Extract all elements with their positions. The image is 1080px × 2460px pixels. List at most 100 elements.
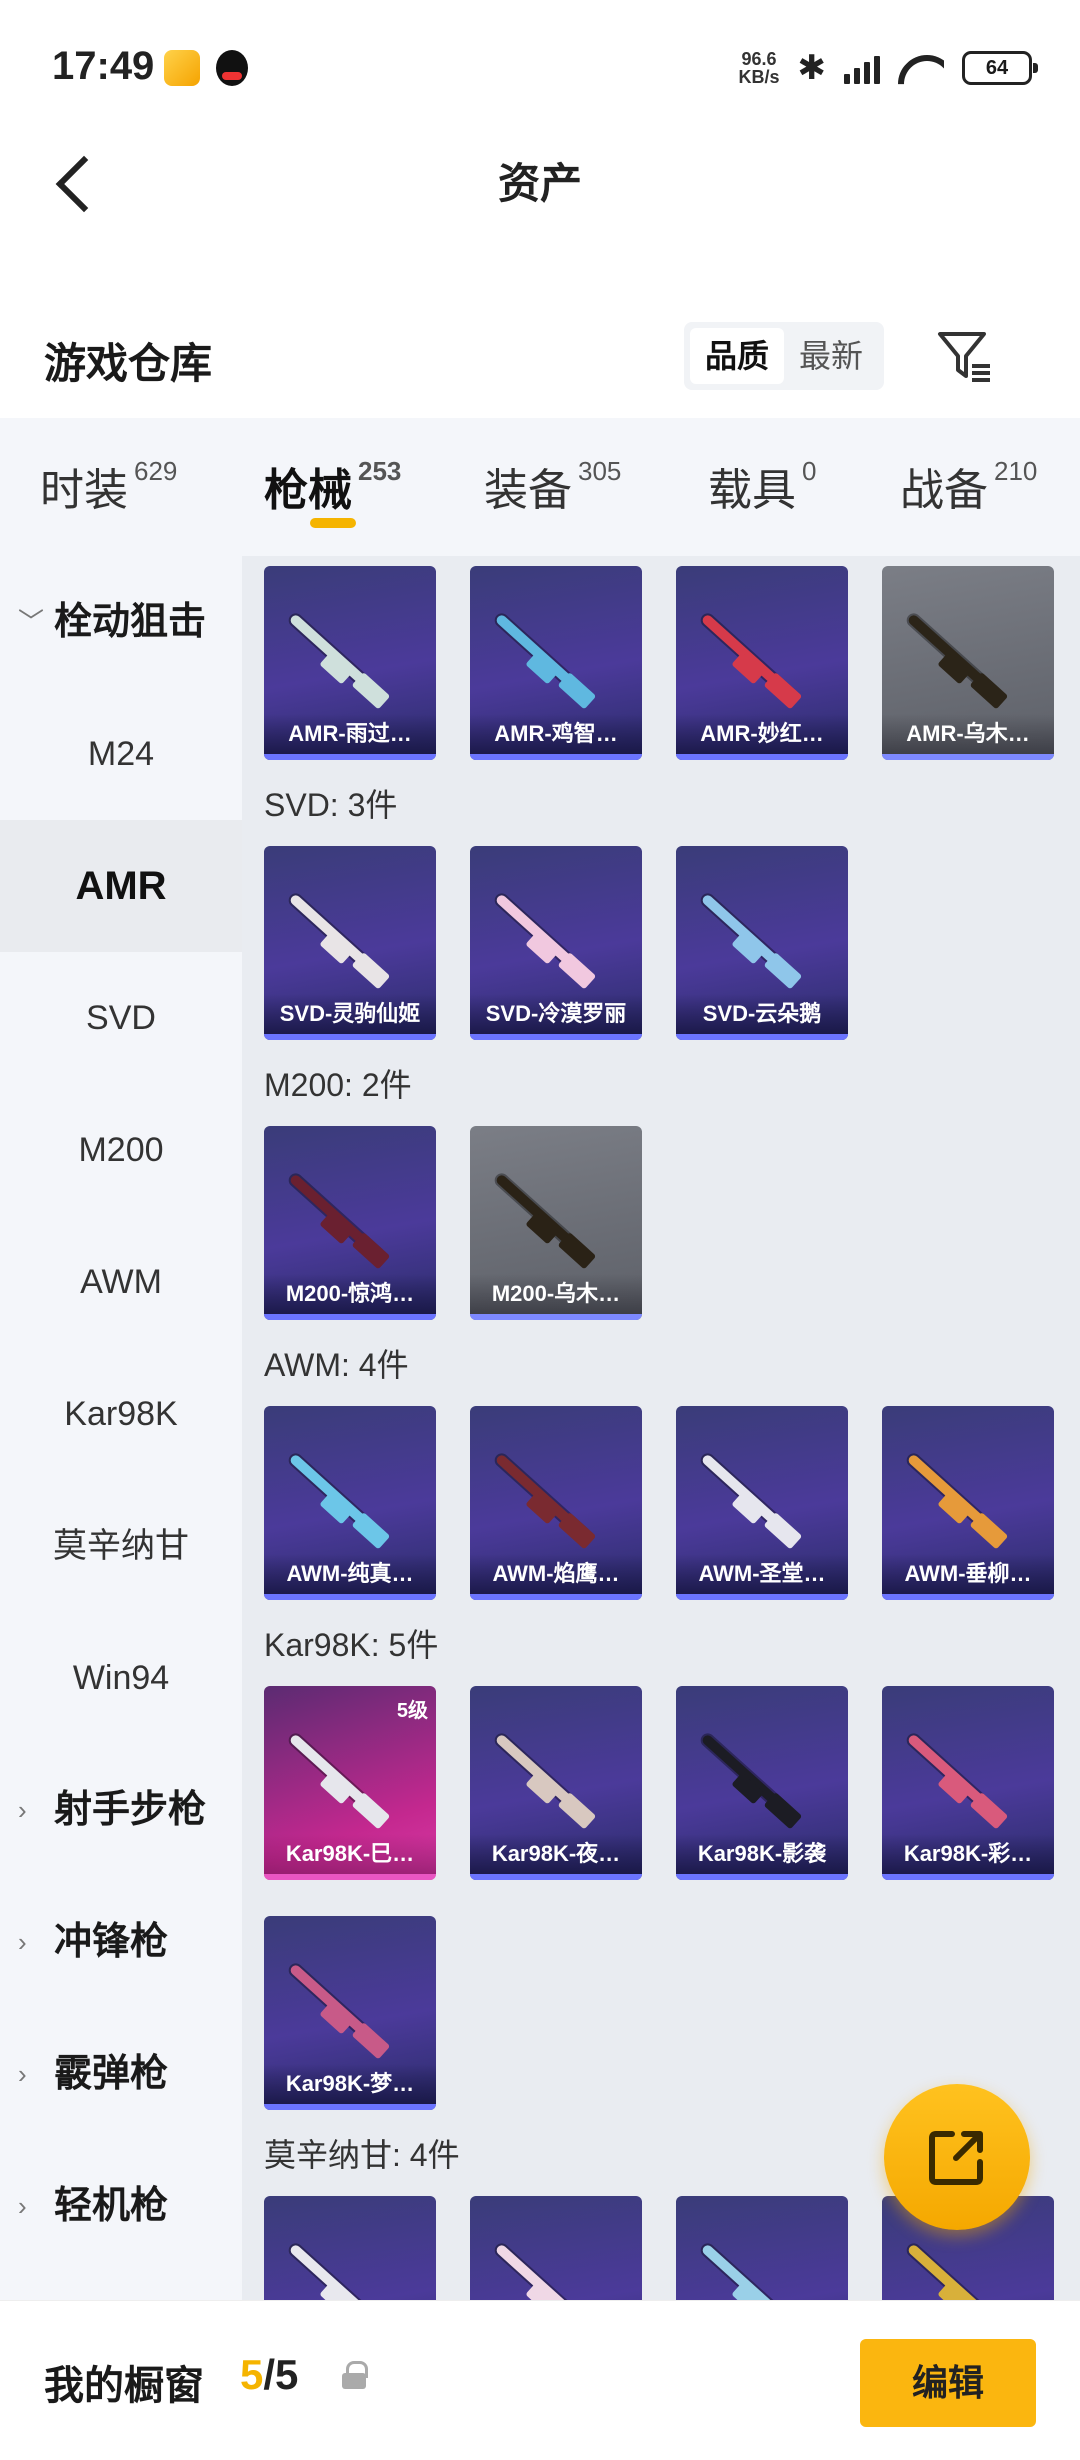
gun-skin-image [288,1453,385,1542]
header: 资产 [0,130,1080,250]
network-speed-value: 96.6 [741,49,777,69]
warehouse-header: 游戏仓库 品质 最新 [0,310,1080,402]
sort-quality-button[interactable]: 品质 [690,328,784,384]
sidebar-item-m24[interactable]: M24 [0,688,242,820]
item-card[interactable]: AMR-妙红… [676,566,848,760]
sidebar-group-shotgun[interactable]: › 霰弹枪 [0,2008,242,2140]
item-card[interactable]: Kar98K-夜… [470,1686,642,1880]
item-card-label: SVD-冷漠罗丽 [485,1001,627,1026]
item-card[interactable]: Kar98K-梦… [264,1916,436,2110]
item-card[interactable]: AMR-鸡智… [470,566,642,760]
sidebar-item-m200[interactable]: M200 [0,1084,242,1216]
bluetooth-icon: ✱ [797,49,827,87]
tab-equipment[interactable]: 装备 305 [484,454,621,518]
tab-count: 0 [802,456,817,486]
gun-skin-image [700,613,797,702]
gun-skin-image [700,893,797,982]
chevron-right-icon: › [18,1795,27,1825]
tab-guns[interactable]: 枪械 253 [264,454,401,518]
weapon-type-sidebar: ﹀ 栓动狙击 M24 AMR SVD M200 AWM Kar98K 莫辛纳甘 W… [0,556,242,2300]
tab-count: 305 [578,456,622,486]
chevron-right-icon: › [18,1927,27,1957]
item-card[interactable]: M200-惊鸿… [264,1126,436,1320]
item-card-label: AWM-纯真… [286,1561,414,1586]
item-card[interactable]: 5级 Kar98K-巳… [264,1686,436,1880]
gun-skin-image [288,1963,385,2052]
share-button[interactable] [884,2084,1030,2230]
sidebar-group-marksman[interactable]: › 射手步枪 [0,1744,242,1876]
gun-skin-image [906,2243,1003,2300]
gun-skin-image [288,613,385,702]
sidebar-group-lmg[interactable]: › 轻机枪 [0,2140,242,2272]
item-card[interactable]: AWM-焰鹰… [470,1406,642,1600]
item-card[interactable] [264,2196,436,2300]
sidebar-item-awm[interactable]: AWM [0,1216,242,1348]
item-card[interactable] [470,2196,642,2300]
item-card[interactable]: AMR-乌木… [882,566,1054,760]
sidebar-item-win94[interactable]: Win94 [0,1612,242,1744]
gun-skin-image [494,1453,591,1542]
sidebar-item-amr[interactable]: AMR [0,820,242,952]
battery-icon: 64 [962,51,1038,85]
cell-signal-icon [844,52,880,84]
item-card[interactable]: Kar98K-彩… [882,1686,1054,1880]
item-card-label: Kar98K-巳… [285,1841,415,1866]
gun-skin-image [288,893,385,982]
filter-icon[interactable] [934,326,994,386]
item-card-label: AMR-乌木… [906,721,1030,746]
edit-button[interactable]: 编辑 [860,2339,1036,2427]
item-card-label: Kar98K-梦… [285,2071,415,2096]
sidebar-item-mosin[interactable]: 莫辛纳甘 [0,1480,242,1612]
tab-fashion[interactable]: 时装 629 [40,454,177,518]
sidebar-item-svd[interactable]: SVD [0,952,242,1084]
showcase-bar: 我的橱窗 5/5 编辑 [0,2300,1080,2460]
item-card-label: AMR-妙红… [700,721,824,746]
status-time: 17:49 [52,44,155,88]
item-card-label: M200-乌木… [491,1281,621,1306]
tab-vehicles[interactable]: 载具 0 [708,454,816,518]
gun-skin-image [494,1733,591,1822]
gun-skin-image [494,1173,591,1262]
tab-supplies[interactable]: 战备 210 [900,454,1037,518]
item-card[interactable] [676,2196,848,2300]
item-card[interactable]: AWM-圣堂… [676,1406,848,1600]
item-card-label: Kar98K-夜… [491,1841,621,1866]
lock-icon [342,2361,368,2391]
item-card[interactable]: SVD-云朵鹅 [676,846,848,1040]
showcase-count-current: 5 [240,2351,264,2398]
item-card-label: M200-惊鸿… [285,1281,415,1306]
gun-skin-image [288,1733,385,1822]
gun-skin-image [494,613,591,702]
gun-skin-image [906,613,1003,702]
sidebar-item-kar98k[interactable]: Kar98K [0,1348,242,1480]
sidebar-group-bolt-action[interactable]: ﹀ 栓动狙击 [0,556,242,688]
item-card-label: AWM-焰鹰… [492,1561,620,1586]
item-card[interactable]: AWM-纯真… [264,1406,436,1600]
item-card[interactable]: Kar98K-影袭 [676,1686,848,1880]
share-icon [929,2131,983,2185]
item-card[interactable]: M200-乌木… [470,1126,642,1320]
page-title: 资产 [497,160,582,207]
sidebar-group-smg[interactable]: › 冲锋枪 [0,1876,242,2008]
sidebar-item-label: 栓动狙击 [54,601,207,643]
showcase-label: 我的橱窗 [44,2364,204,2408]
showcase-count: 5/5 [240,2351,298,2399]
sort-newest-button[interactable]: 最新 [784,328,878,384]
item-card[interactable]: SVD-冷漠罗丽 [470,846,642,1040]
category-tabs: 时装 629 枪械 253 装备 305 载具 0 战备 210 [0,418,1080,556]
network-speed-unit: KB/s [738,67,780,87]
tab-count: 210 [994,456,1038,486]
item-card[interactable]: AMR-雨过… [264,566,436,760]
tab-count: 253 [358,456,402,486]
tab-label: 载具 [708,466,796,515]
item-card-label: SVD-灵驹仙姬 [279,1001,421,1026]
showcase-count-total: /5 [263,2351,299,2398]
qq-notification-icon [216,50,248,86]
gun-skin-image [700,1453,797,1542]
tab-label: 枪械 [264,466,352,515]
section-title-svd: SVD: 3件 [264,787,398,823]
sidebar-item-label: 射手步枪 [54,1789,207,1831]
section-title-mosin: 莫辛纳甘: 4件 [264,2137,460,2173]
item-card[interactable]: AWM-垂柳… [882,1406,1054,1600]
item-card[interactable]: SVD-灵驹仙姬 [264,846,436,1040]
